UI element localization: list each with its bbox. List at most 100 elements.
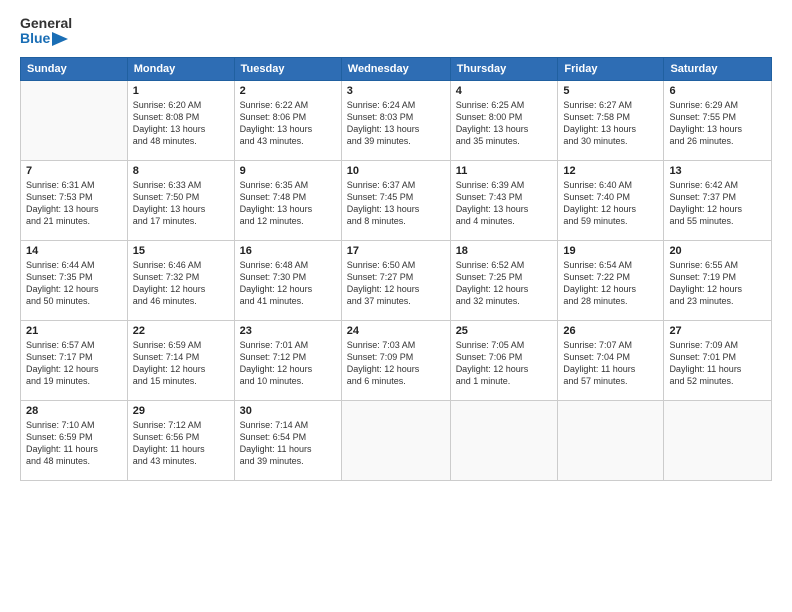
- calendar-cell: 21 Sunrise: 6:57 AM Sunset: 7:17 PM Dayli…: [21, 320, 128, 400]
- calendar-week-row: 21 Sunrise: 6:57 AM Sunset: 7:17 PM Dayli…: [21, 320, 772, 400]
- day-number: 20: [669, 245, 766, 257]
- day-info: Sunrise: 6:27 AM Sunset: 7:58 PM Dayligh…: [563, 99, 658, 148]
- weekday-header-thursday: Thursday: [450, 57, 558, 80]
- day-number: 14: [26, 245, 122, 257]
- day-info: Sunrise: 6:46 AM Sunset: 7:32 PM Dayligh…: [133, 259, 229, 308]
- calendar-cell: 12 Sunrise: 6:40 AM Sunset: 7:40 PM Dayli…: [558, 160, 664, 240]
- day-info: Sunrise: 6:50 AM Sunset: 7:27 PM Dayligh…: [347, 259, 445, 308]
- day-info: Sunrise: 6:40 AM Sunset: 7:40 PM Dayligh…: [563, 179, 658, 228]
- calendar-week-row: 7Sunrise: 6:31 AM Sunset: 7:53 PM Daylig…: [21, 160, 772, 240]
- day-number: 21: [26, 325, 122, 337]
- day-info: Sunrise: 7:12 AM Sunset: 6:56 PM Dayligh…: [133, 419, 229, 468]
- day-info: Sunrise: 7:07 AM Sunset: 7:04 PM Dayligh…: [563, 339, 658, 388]
- day-info: Sunrise: 6:44 AM Sunset: 7:35 PM Dayligh…: [26, 259, 122, 308]
- day-number: 28: [26, 405, 122, 417]
- day-info: Sunrise: 6:54 AM Sunset: 7:22 PM Dayligh…: [563, 259, 658, 308]
- day-info: Sunrise: 6:55 AM Sunset: 7:19 PM Dayligh…: [669, 259, 766, 308]
- day-number: 19: [563, 245, 658, 257]
- day-number: 8: [133, 165, 229, 177]
- day-number: 6: [669, 85, 766, 97]
- day-info: Sunrise: 7:05 AM Sunset: 7:06 PM Dayligh…: [456, 339, 553, 388]
- day-number: 5: [563, 85, 658, 97]
- calendar-cell: 10 Sunrise: 6:37 AM Sunset: 7:45 PM Dayli…: [341, 160, 450, 240]
- calendar-cell: 25 Sunrise: 7:05 AM Sunset: 7:06 PM Dayli…: [450, 320, 558, 400]
- day-number: 30: [240, 405, 336, 417]
- calendar-week-row: 28 Sunrise: 7:10 AM Sunset: 6:59 PM Dayli…: [21, 400, 772, 480]
- calendar-cell: 26 Sunrise: 7:07 AM Sunset: 7:04 PM Dayli…: [558, 320, 664, 400]
- weekday-header-sunday: Sunday: [21, 57, 128, 80]
- calendar-cell: 3 Sunrise: 6:24 AM Sunset: 8:03 PM Daylig…: [341, 80, 450, 160]
- day-number: 4: [456, 85, 553, 97]
- calendar-cell: 16 Sunrise: 6:48 AM Sunset: 7:30 PM Dayli…: [234, 240, 341, 320]
- day-info: Sunrise: 7:10 AM Sunset: 6:59 PM Dayligh…: [26, 419, 122, 468]
- calendar-cell: 4 Sunrise: 6:25 AM Sunset: 8:00 PM Daylig…: [450, 80, 558, 160]
- day-number: 9: [240, 165, 336, 177]
- weekday-header-friday: Friday: [558, 57, 664, 80]
- day-info: Sunrise: 6:35 AM Sunset: 7:48 PM Dayligh…: [240, 179, 336, 228]
- calendar-cell: [341, 400, 450, 480]
- day-number: 24: [347, 325, 445, 337]
- calendar-week-row: 1Sunrise: 6:20 AM Sunset: 8:08 PM Daylig…: [21, 80, 772, 160]
- logo-line2: Blue: [20, 31, 50, 46]
- day-info: Sunrise: 6:20 AM Sunset: 8:08 PM Dayligh…: [133, 99, 229, 148]
- day-info: Sunrise: 7:03 AM Sunset: 7:09 PM Dayligh…: [347, 339, 445, 388]
- day-info: Sunrise: 6:25 AM Sunset: 8:00 PM Dayligh…: [456, 99, 553, 148]
- calendar-cell: 14 Sunrise: 6:44 AM Sunset: 7:35 PM Dayli…: [21, 240, 128, 320]
- calendar-cell: 5 Sunrise: 6:27 AM Sunset: 7:58 PM Daylig…: [558, 80, 664, 160]
- calendar-table: SundayMondayTuesdayWednesdayThursdayFrid…: [20, 57, 772, 481]
- calendar-cell: [450, 400, 558, 480]
- calendar-cell: 24 Sunrise: 7:03 AM Sunset: 7:09 PM Dayli…: [341, 320, 450, 400]
- calendar-cell: 28 Sunrise: 7:10 AM Sunset: 6:59 PM Dayli…: [21, 400, 128, 480]
- day-number: 2: [240, 85, 336, 97]
- day-number: 7: [26, 165, 122, 177]
- day-number: 22: [133, 325, 229, 337]
- calendar-cell: 8Sunrise: 6:33 AM Sunset: 7:50 PM Daylig…: [127, 160, 234, 240]
- calendar-cell: 22Sunrise: 6:59 AM Sunset: 7:14 PM Dayli…: [127, 320, 234, 400]
- calendar-cell: 2 Sunrise: 6:22 AM Sunset: 8:06 PM Daylig…: [234, 80, 341, 160]
- day-number: 12: [563, 165, 658, 177]
- page: General Blue SundayMondayTuesdayWednesda…: [0, 0, 792, 612]
- day-info: Sunrise: 6:22 AM Sunset: 8:06 PM Dayligh…: [240, 99, 336, 148]
- day-number: 16: [240, 245, 336, 257]
- calendar-cell: [558, 400, 664, 480]
- calendar-cell: 20 Sunrise: 6:55 AM Sunset: 7:19 PM Dayli…: [664, 240, 772, 320]
- calendar-cell: 6 Sunrise: 6:29 AM Sunset: 7:55 PM Daylig…: [664, 80, 772, 160]
- logo-arrow-icon: [52, 32, 68, 46]
- calendar-cell: 9 Sunrise: 6:35 AM Sunset: 7:48 PM Daylig…: [234, 160, 341, 240]
- logo-text: General Blue: [20, 16, 72, 47]
- day-info: Sunrise: 7:09 AM Sunset: 7:01 PM Dayligh…: [669, 339, 766, 388]
- day-info: Sunrise: 6:52 AM Sunset: 7:25 PM Dayligh…: [456, 259, 553, 308]
- day-number: 29: [133, 405, 229, 417]
- day-info: Sunrise: 6:24 AM Sunset: 8:03 PM Dayligh…: [347, 99, 445, 148]
- calendar-cell: 11Sunrise: 6:39 AM Sunset: 7:43 PM Dayli…: [450, 160, 558, 240]
- day-info: Sunrise: 6:37 AM Sunset: 7:45 PM Dayligh…: [347, 179, 445, 228]
- day-info: Sunrise: 7:14 AM Sunset: 6:54 PM Dayligh…: [240, 419, 336, 468]
- calendar-cell: 30 Sunrise: 7:14 AM Sunset: 6:54 PM Dayli…: [234, 400, 341, 480]
- calendar-cell: 17 Sunrise: 6:50 AM Sunset: 7:27 PM Dayli…: [341, 240, 450, 320]
- day-number: 25: [456, 325, 553, 337]
- day-number: 18: [456, 245, 553, 257]
- calendar-cell: 23Sunrise: 7:01 AM Sunset: 7:12 PM Dayli…: [234, 320, 341, 400]
- calendar-cell: 1Sunrise: 6:20 AM Sunset: 8:08 PM Daylig…: [127, 80, 234, 160]
- calendar-cell: 18 Sunrise: 6:52 AM Sunset: 7:25 PM Dayli…: [450, 240, 558, 320]
- day-info: Sunrise: 6:42 AM Sunset: 7:37 PM Dayligh…: [669, 179, 766, 228]
- day-info: Sunrise: 6:57 AM Sunset: 7:17 PM Dayligh…: [26, 339, 122, 388]
- day-info: Sunrise: 6:29 AM Sunset: 7:55 PM Dayligh…: [669, 99, 766, 148]
- day-number: 3: [347, 85, 445, 97]
- day-info: Sunrise: 6:39 AM Sunset: 7:43 PM Dayligh…: [456, 179, 553, 228]
- day-number: 17: [347, 245, 445, 257]
- day-info: Sunrise: 6:48 AM Sunset: 7:30 PM Dayligh…: [240, 259, 336, 308]
- calendar-cell: 7Sunrise: 6:31 AM Sunset: 7:53 PM Daylig…: [21, 160, 128, 240]
- calendar-cell: 13 Sunrise: 6:42 AM Sunset: 7:37 PM Dayli…: [664, 160, 772, 240]
- header: General Blue: [20, 16, 772, 47]
- day-number: 13: [669, 165, 766, 177]
- weekday-header-row: SundayMondayTuesdayWednesdayThursdayFrid…: [21, 57, 772, 80]
- day-number: 15: [133, 245, 229, 257]
- weekday-header-monday: Monday: [127, 57, 234, 80]
- calendar-cell: [664, 400, 772, 480]
- day-number: 26: [563, 325, 658, 337]
- day-number: 10: [347, 165, 445, 177]
- day-number: 23: [240, 325, 336, 337]
- weekday-header-wednesday: Wednesday: [341, 57, 450, 80]
- weekday-header-saturday: Saturday: [664, 57, 772, 80]
